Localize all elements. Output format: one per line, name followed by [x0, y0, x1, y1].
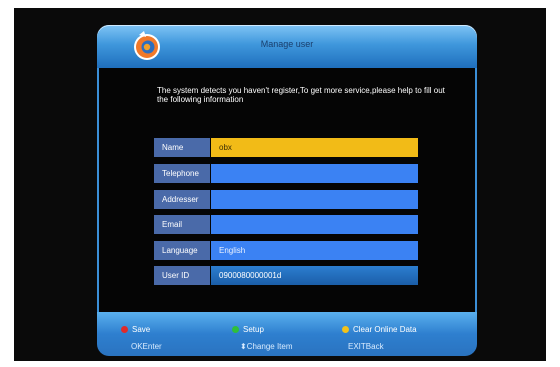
addresser-field[interactable] [211, 190, 418, 209]
user-id-value: 0900080000001d [211, 266, 418, 285]
ok-enter-hint: OKEnter [131, 342, 162, 351]
exit-back-hint: EXITBack [348, 342, 384, 351]
form-row-addresser[interactable]: Addresser [154, 190, 418, 209]
telephone-label: Telephone [154, 164, 210, 183]
setup-key[interactable]: Setup [232, 324, 264, 336]
name-label: Name [154, 138, 210, 157]
page-title: Manage user [260, 39, 314, 49]
form-row-user-id: User ID 0900080000001d [154, 266, 418, 285]
form-row-telephone[interactable]: Telephone [154, 164, 418, 183]
manage-user-dialog: Manage user The system detects you haven… [97, 25, 477, 358]
green-button-icon [232, 326, 239, 334]
setup-label: Setup [243, 325, 264, 334]
name-field[interactable]: obx [211, 138, 418, 157]
up-down-arrow-icon: ⬍ [240, 342, 247, 351]
dialog-header: Manage user [97, 25, 477, 68]
clear-online-data-key[interactable]: Clear Online Data [342, 324, 417, 336]
change-item-hint: ⬍Change Item [240, 342, 293, 351]
form-row-language[interactable]: Language English [154, 241, 418, 260]
red-button-icon [121, 326, 128, 334]
register-message: The system detects you haven't register,… [157, 86, 445, 104]
save-key[interactable]: Save [121, 324, 150, 336]
change-item-label: Change Item [246, 342, 293, 351]
telephone-field[interactable] [211, 164, 418, 183]
form-row-email[interactable]: Email [154, 215, 418, 234]
dialog-footer: Save Setup Clear Online Data OKEnter ⬍Ch… [97, 312, 477, 356]
clear-online-data-label: Clear Online Data [353, 325, 417, 334]
form-row-name[interactable]: Name obx [154, 138, 418, 157]
language-field[interactable]: English [211, 241, 418, 260]
addresser-label: Addresser [154, 190, 210, 209]
email-label: Email [154, 215, 210, 234]
save-label: Save [132, 325, 151, 334]
user-id-label: User ID [154, 266, 210, 285]
email-field[interactable] [211, 215, 418, 234]
language-label: Language [154, 241, 210, 260]
yellow-button-icon [342, 326, 349, 334]
